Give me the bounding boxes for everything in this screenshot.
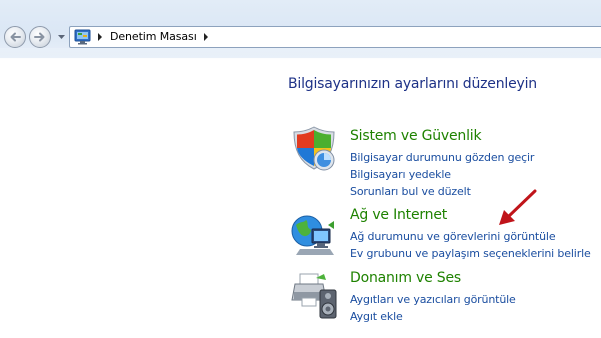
link-view-network-status[interactable]: Ağ durumunu ve görevlerini görüntüle bbox=[350, 228, 591, 245]
recent-pages-dropdown[interactable] bbox=[57, 33, 66, 41]
navigation-bar: Denetim Masası bbox=[0, 0, 601, 60]
red-annotation-arrow-icon bbox=[499, 189, 537, 225]
address-bar[interactable]: Denetim Masası bbox=[69, 26, 601, 48]
control-panel-icon bbox=[74, 29, 91, 45]
category-links: Ağ durumunu ve görevlerini görüntüle Ev … bbox=[350, 228, 591, 262]
back-button[interactable] bbox=[4, 26, 26, 48]
category-title[interactable]: Donanım ve Ses bbox=[350, 270, 461, 286]
category-title[interactable]: Sistem ve Güvenlik bbox=[350, 128, 482, 144]
link-add-device[interactable]: Aygıt ekle bbox=[350, 308, 516, 325]
category-title[interactable]: Ağ ve Internet bbox=[350, 207, 447, 223]
category-links: Aygıtları ve yazıcıları görüntüle Aygıt … bbox=[350, 291, 516, 325]
link-view-devices-printers[interactable]: Aygıtları ve yazıcıları görüntüle bbox=[350, 291, 516, 308]
printer-speaker-icon[interactable] bbox=[290, 272, 338, 320]
forward-arrow-icon bbox=[34, 32, 45, 42]
page-title: Bilgisayarınızın ayarlarını düzenleyin bbox=[288, 76, 537, 92]
breadcrumb-control-panel[interactable]: Denetim Masası bbox=[110, 30, 197, 43]
forward-button[interactable] bbox=[29, 26, 51, 48]
link-homegroup-sharing-options[interactable]: Ev grubunu ve paylaşım seçeneklerini bel… bbox=[350, 245, 591, 262]
back-arrow-icon bbox=[10, 32, 21, 42]
shield-icon[interactable] bbox=[290, 124, 338, 172]
link-review-computer-status[interactable]: Bilgisayar durumunu gözden geçir bbox=[350, 149, 534, 166]
network-globe-icon[interactable] bbox=[290, 211, 338, 259]
breadcrumb-separator-icon[interactable] bbox=[203, 33, 209, 41]
link-back-up-computer[interactable]: Bilgisayarı yedekle bbox=[350, 166, 534, 183]
navbar-fade bbox=[0, 48, 601, 60]
breadcrumb-separator-icon[interactable] bbox=[97, 33, 103, 41]
chevron-down-icon bbox=[58, 35, 65, 39]
